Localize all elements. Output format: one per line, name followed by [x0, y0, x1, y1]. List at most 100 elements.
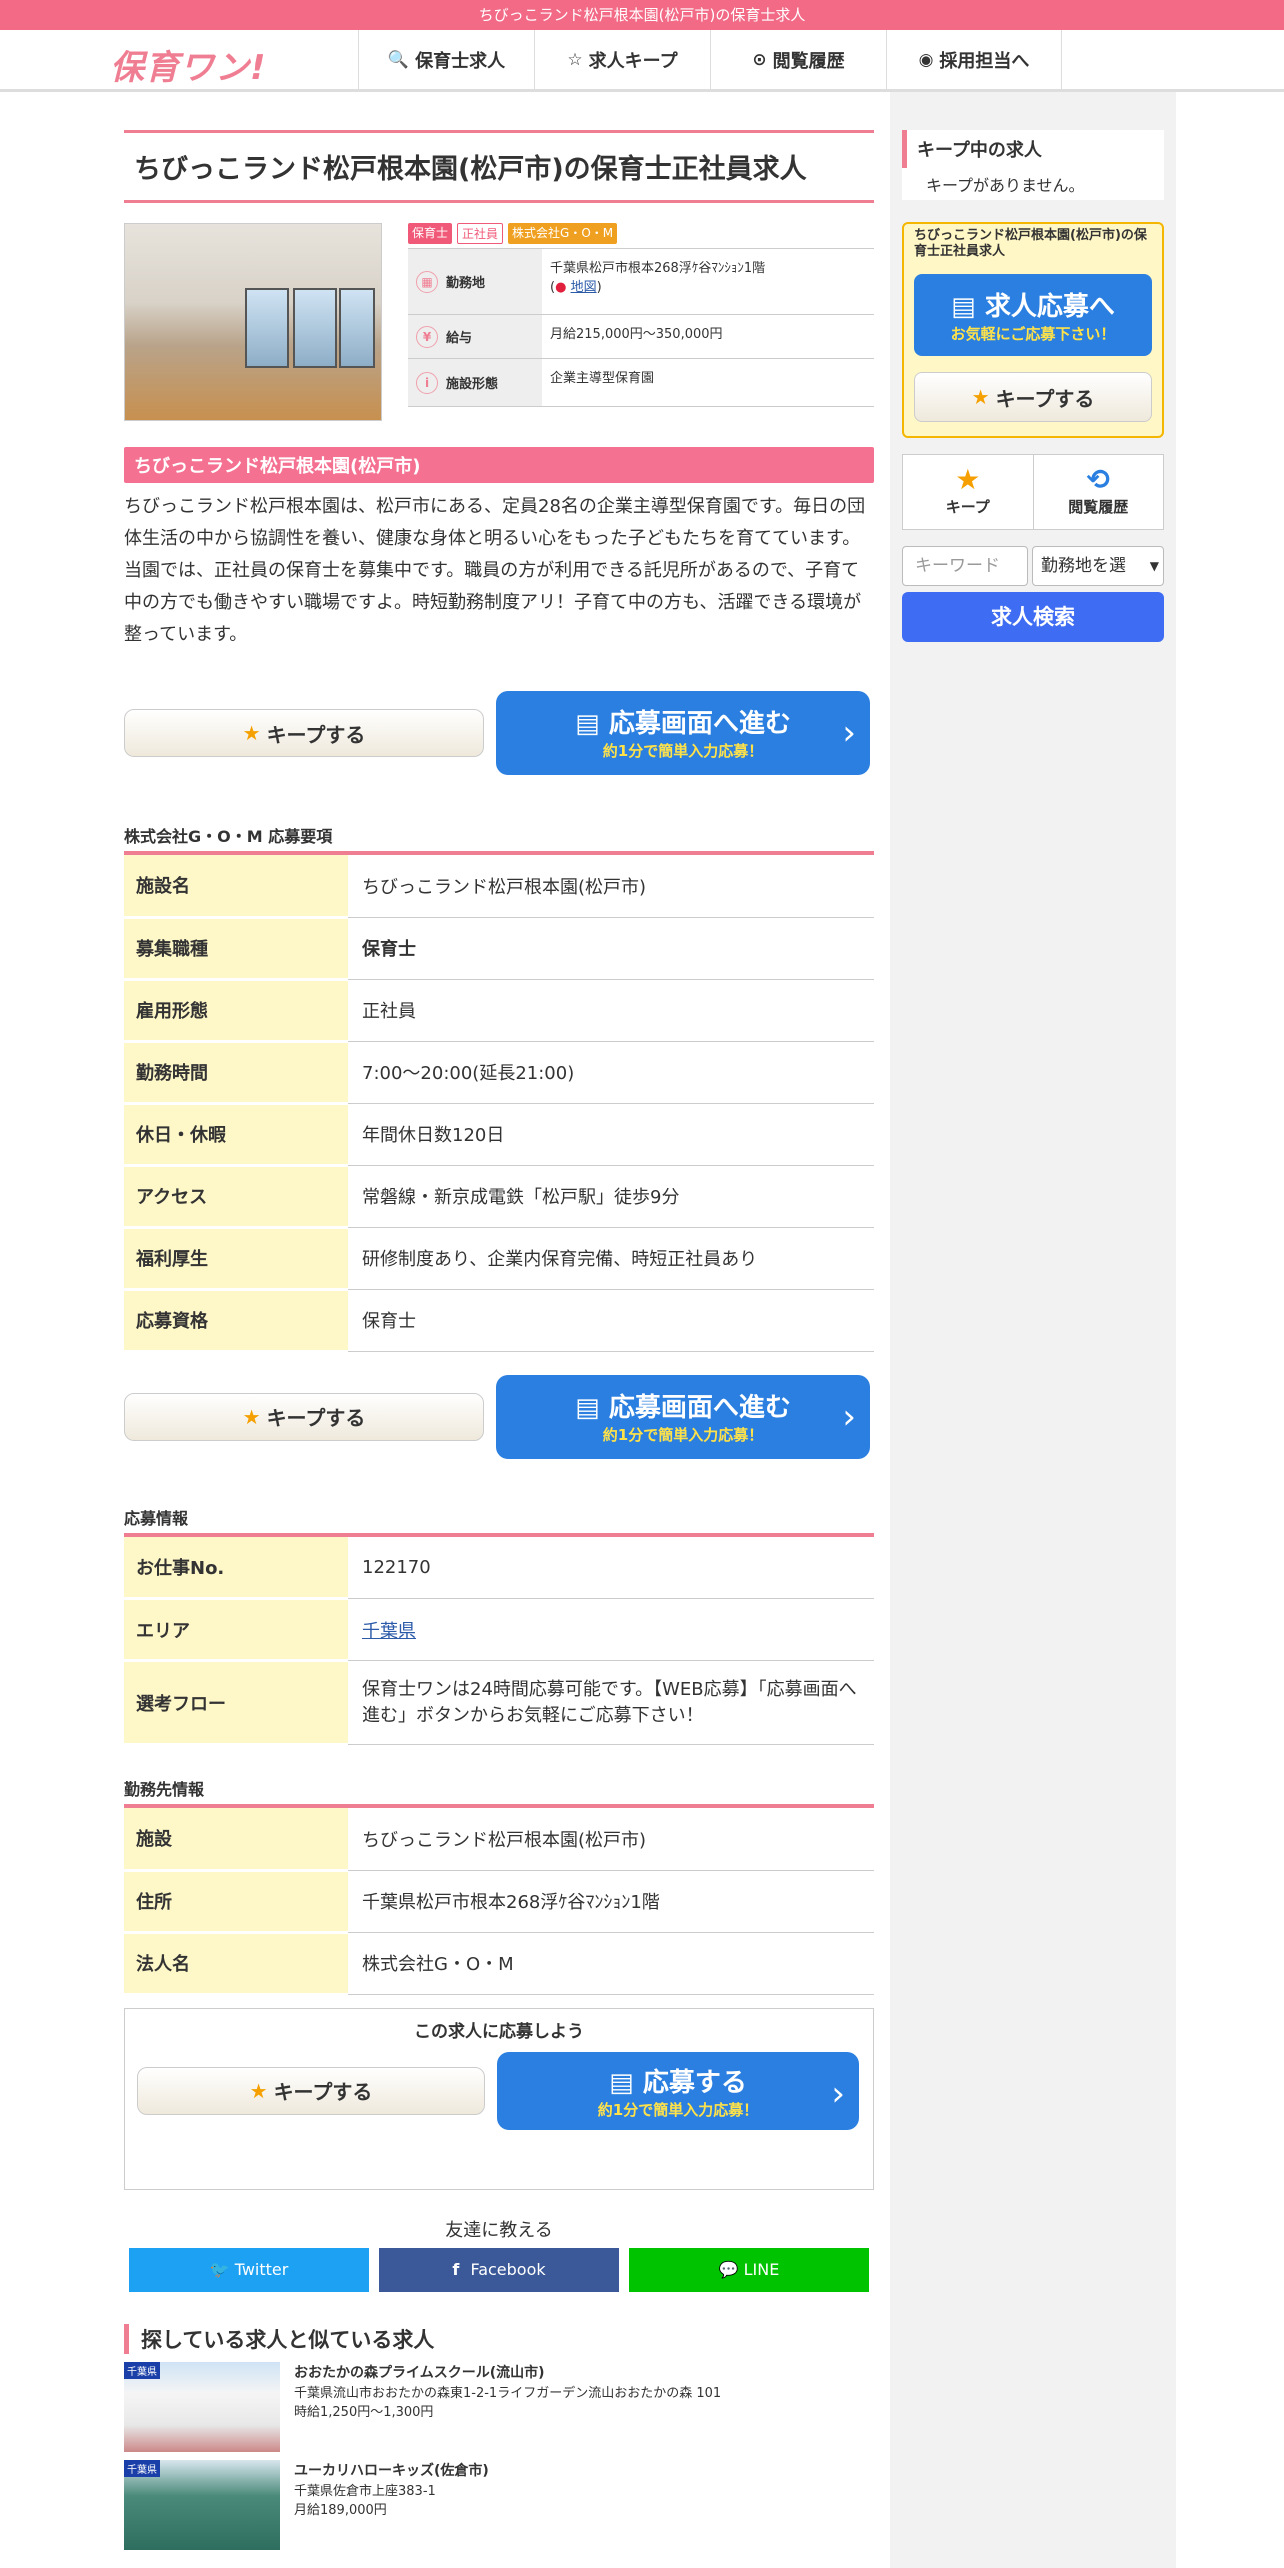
- apply-info-table: お仕事No. 122170 エリア 千葉県 選考フロー 保育士ワンは24時間応募可能で…: [124, 1536, 874, 1746]
- apply-sublabel: 約1分で簡単入力応募！: [602, 742, 764, 760]
- share-facebook-button[interactable]: f Facebook: [379, 2247, 619, 2292]
- main-content: ちびっこランド松戸根本園(松戸市)の保育士正社員求人 保育士 正社員 株式会社G…: [124, 92, 874, 2550]
- info-header: ¥ 給与: [408, 315, 542, 358]
- share-label: Facebook: [470, 2260, 546, 2279]
- tag-employment: 正社員: [457, 223, 504, 244]
- nav-history[interactable]: ⊙ 閲覧履歴: [710, 30, 886, 90]
- apply-button[interactable]: ▤ 応募画面へ進む 約1分で簡単入力応募！ ›: [496, 1374, 870, 1459]
- sidebar: キープ中の求人 キープがありません。 ちびっこランド松戸根本園(松戸市)の保育士…: [902, 92, 1164, 642]
- chevron-right-icon: ›: [842, 1396, 856, 1437]
- info-header: ▦ 勤務地: [408, 249, 542, 314]
- window-shape: [293, 288, 337, 368]
- sidebar-keep-button[interactable]: ★ キープする: [914, 372, 1152, 422]
- star-icon: ★: [242, 721, 261, 745]
- table-row: 施設名 ちびっこランド松戸根本園(松戸市): [124, 855, 874, 919]
- map-link[interactable]: 地図: [571, 280, 597, 295]
- info-icon: i: [416, 371, 438, 394]
- keep-button[interactable]: ★ キープする: [124, 709, 484, 757]
- similar-job-address: 千葉県佐倉市上座383-1: [294, 2483, 436, 2499]
- area-select[interactable]: 勤務地を選 ▼: [1032, 546, 1164, 586]
- twitter-icon: 🐦: [209, 2260, 235, 2279]
- row-value: 7:00～20:00(延長21:00): [362, 1063, 575, 1084]
- row-header: 募集職種: [124, 917, 348, 981]
- header-nav: 保育ワン! 🔍 保育士求人 ☆ 求人キープ ⊙ 閲覧履歴 ◉ 採用担当へ: [0, 30, 1284, 92]
- link-label: 閲覧履歴: [1068, 498, 1129, 516]
- nav-label: 保育士求人: [415, 51, 506, 72]
- similar-job-photo: 千葉県: [124, 2459, 280, 2550]
- search-form: キーワード 勤務地を選 ▼: [902, 546, 1164, 586]
- keep-label: キープする: [266, 722, 366, 747]
- similar-job-pay: 月給189,000円: [294, 2502, 387, 2518]
- row-value: ちびっこランド松戸根本園(松戸市): [362, 1829, 647, 1851]
- similar-job-address: 千葉県流山市おおたかの森東1-2-1ライフガーデン流山おおたかの森 101: [294, 2385, 722, 2401]
- table-row: 福利厚生 研修制度あり、企業内保育完備、時短正社員あり: [124, 1227, 874, 1291]
- row-value: 年間休日数120日: [362, 1125, 505, 1146]
- nav-keep[interactable]: ☆ 求人キープ: [534, 30, 710, 90]
- similar-job-name[interactable]: おおたかの森プライムスクール(流山市): [294, 2362, 721, 2382]
- nav-label: 閲覧履歴: [772, 51, 845, 72]
- star-icon: ★: [249, 2078, 268, 2103]
- nav-recruiter[interactable]: ◉ 採用担当へ: [886, 30, 1062, 90]
- apply-button[interactable]: ▤ 応募画面へ進む 約1分で簡単入力応募！ ›: [496, 691, 870, 775]
- sidebar-apply-button[interactable]: ▤ 求人応募へ お気軽にご応募下さい！: [914, 274, 1152, 356]
- chevron-down-icon: ▼: [1149, 559, 1159, 573]
- history-link[interactable]: ⟲ 閲覧履歴: [1034, 455, 1164, 529]
- table-row: 休日・休暇 年間休日数120日: [124, 1103, 874, 1167]
- share-twitter-button[interactable]: 🐦 Twitter: [129, 2247, 369, 2292]
- apply-button[interactable]: ▤ 応募する 約1分で簡単入力応募！ ›: [497, 2051, 859, 2130]
- apply-sublabel: 約1分で簡単入力応募！: [602, 1425, 764, 1444]
- description: ちびっこランド松戸根本園は、松戸市にある、定員28名の企業主導型保育園です。毎日…: [124, 496, 866, 645]
- row-value: 株式会社G・O・M: [362, 1954, 514, 1975]
- keep-link[interactable]: ★ キープ: [903, 455, 1034, 529]
- row-value: 常磐線・新京成電鉄「松戸駅」徒歩9分: [362, 1187, 680, 1208]
- info-label: 給与: [446, 331, 473, 346]
- similar-job-item[interactable]: 千葉県 ユーカリハローキッズ(佐倉市) 千葉県佐倉市上座383-1 月給189,…: [124, 2459, 874, 2550]
- row-header: 施設: [124, 1808, 348, 1872]
- facility-photo: [124, 223, 382, 421]
- search-button[interactable]: 求人検索: [902, 592, 1164, 642]
- form-icon: ▤: [575, 709, 600, 739]
- similar-job-name[interactable]: ユーカリハローキッズ(佐倉市): [294, 2460, 489, 2480]
- info-label: 勤務地: [446, 276, 486, 291]
- table-row: 募集職種 保育士: [124, 917, 874, 981]
- row-value: ちびっこランド松戸根本園(松戸市): [362, 876, 647, 898]
- nav-label: 求人キープ: [588, 51, 678, 72]
- keep-button[interactable]: ★ キープする: [137, 2066, 485, 2115]
- window-shape: [245, 288, 289, 368]
- requirements-heading: 株式会社G・O・M 応募要項: [124, 823, 874, 855]
- area-link[interactable]: 千葉県: [362, 1621, 416, 1642]
- link-label: キープ: [945, 498, 990, 516]
- action-row: ★ キープする ▤ 応募する 約1分で簡単入力応募！ ›: [125, 2051, 873, 2130]
- tag-company: 株式会社G・O・M: [508, 223, 618, 244]
- clock-icon: ⊙: [752, 50, 767, 70]
- info-value: 千葉県松戸市根本268浮ｹ谷ﾏﾝｼｮﾝ1階 (● 地図): [550, 261, 766, 295]
- star-icon: ★: [971, 385, 990, 409]
- page-title: ちびっこランド松戸根本園(松戸市)の保育士正社員求人: [124, 130, 874, 203]
- row-header: 福利厚生: [124, 1227, 348, 1291]
- yen-icon: ¥: [416, 325, 438, 348]
- site-logo[interactable]: 保育ワン!: [110, 40, 267, 89]
- form-icon: ▤: [609, 2067, 634, 2098]
- facility-type-value: 企業主導型保育園: [550, 371, 655, 386]
- keyword-input[interactable]: キーワード: [902, 546, 1028, 586]
- map-pin-icon: ●: [555, 280, 567, 295]
- apply-sublabel: お気軽にご応募下さい！: [950, 325, 1116, 343]
- row-value: 122170: [362, 1556, 431, 1578]
- share-line-button[interactable]: 💬 LINE: [629, 2247, 869, 2292]
- row-header: 勤務時間: [124, 1041, 348, 1105]
- region-badge: 千葉県: [124, 2459, 160, 2477]
- apply-label: 応募画面へ進む: [608, 709, 791, 739]
- table-row: 雇用形態 正社員: [124, 979, 874, 1043]
- table-row: お仕事No. 122170: [124, 1536, 874, 1600]
- apply-label: 応募する: [642, 2067, 747, 2098]
- similar-job-item[interactable]: 千葉県 おおたかの森プライムスクール(流山市) 千葉県流山市おおたかの森東1-2…: [124, 2361, 874, 2452]
- row-header: 休日・休暇: [124, 1103, 348, 1167]
- section-title: ちびっこランド松戸根本園(松戸市): [124, 447, 874, 483]
- keep-list-empty: キープがありません。: [902, 168, 1164, 200]
- table-row: 選考フロー 保育士ワンは24時間応募可能です。【WEB応募】「応募画面へ進む」ボタ…: [124, 1660, 874, 1746]
- history-icon: ⟲: [1086, 463, 1110, 496]
- row-value: 保育士: [362, 939, 416, 960]
- nav-job-search[interactable]: 🔍 保育士求人: [358, 30, 534, 90]
- keep-button[interactable]: ★ キープする: [124, 1392, 484, 1441]
- similar-jobs-heading: 探している求人と似ている求人: [124, 2323, 874, 2354]
